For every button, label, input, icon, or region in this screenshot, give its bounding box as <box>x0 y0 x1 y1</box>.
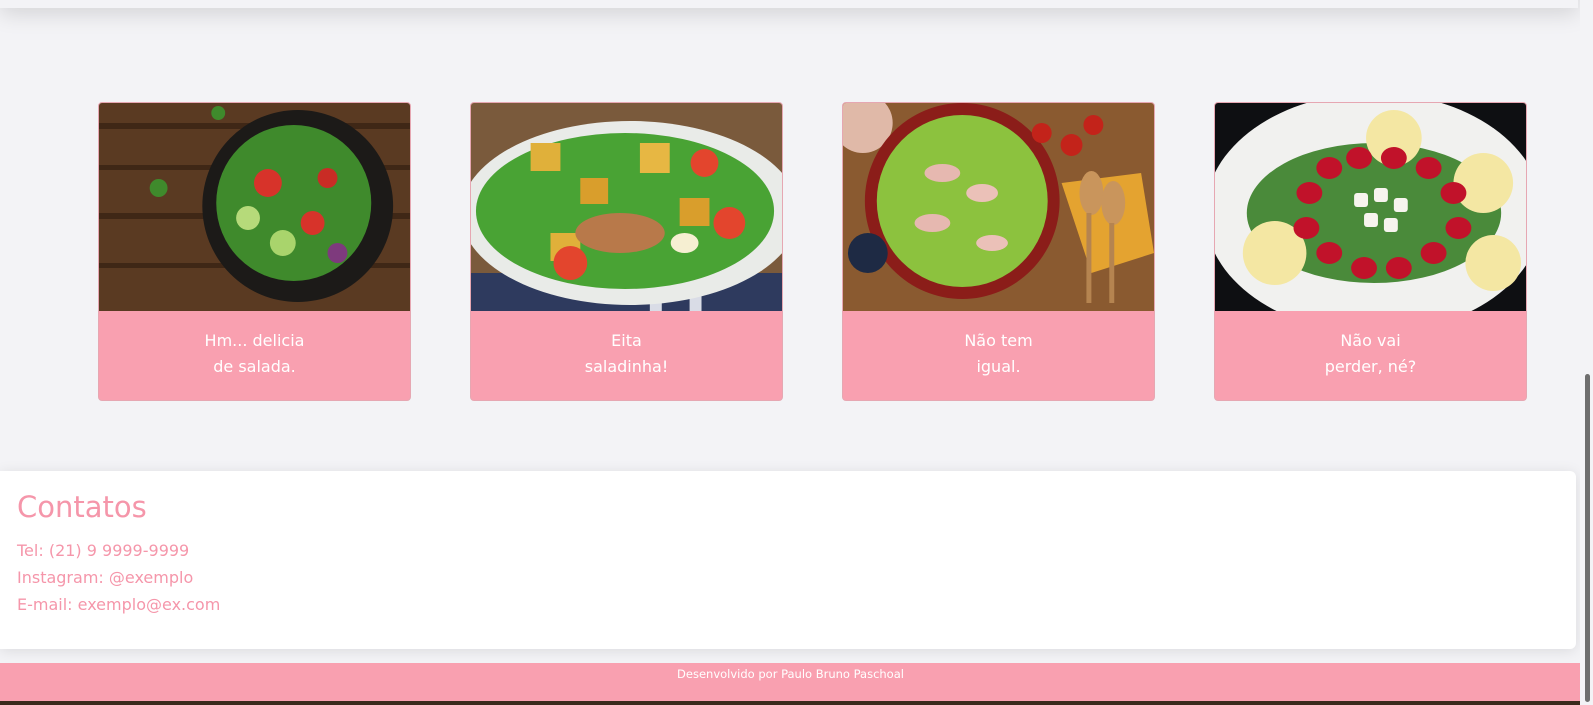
caption-line-2: perder, né? <box>1324 356 1417 376</box>
salad-card-1[interactable]: Hm... delicia de salada. <box>98 102 411 401</box>
card-caption: Não tem igual. <box>843 311 1154 400</box>
page: Hm... delicia de salada. Eita saladinha!… <box>0 0 1593 705</box>
caption-line-1: Não tem <box>964 330 1033 350</box>
footer-background-strip <box>0 701 1581 705</box>
card-caption: Não vai perder, né? <box>1215 311 1526 400</box>
card-caption: Eita saladinha! <box>471 311 782 400</box>
scrollbar[interactable] <box>1580 0 1593 705</box>
caption-line-2: de salada. <box>213 356 296 376</box>
salad-bowl-dark-wood-image <box>99 103 410 311</box>
salad-cards: Hm... delicia de salada. Eita saladinha!… <box>98 102 1527 401</box>
caption-line-1: Não vai <box>1340 330 1401 350</box>
caption-line-1: Hm... delicia <box>204 330 305 350</box>
footer: Desenvolvido por Paulo Bruno Paschoal <box>0 663 1581 705</box>
caption-line-1: Eita <box>611 330 642 350</box>
contact-email: E-mail: exemplo@ex.com <box>17 595 221 614</box>
contacts-section: Contatos Tel: (21) 9 9999-9999 Instagram… <box>0 471 1576 649</box>
tomato-palm-salad-image <box>1215 103 1526 311</box>
card-caption: Hm... delicia de salada. <box>99 311 410 400</box>
caption-line-2: igual. <box>976 356 1021 376</box>
contact-instagram: Instagram: @exemplo <box>17 568 194 587</box>
salad-card-4[interactable]: Não vai perder, né? <box>1214 102 1527 401</box>
scrollbar-thumb[interactable] <box>1585 374 1590 702</box>
footer-credit: Desenvolvido por Paulo Bruno Paschoal <box>677 667 904 681</box>
salad-card-2[interactable]: Eita saladinha! <box>470 102 783 401</box>
ham-salad-bowl-image <box>843 103 1154 311</box>
salad-card-3[interactable]: Não tem igual. <box>842 102 1155 401</box>
chicken-caesar-salad-image <box>471 103 782 311</box>
contact-phone: Tel: (21) 9 9999-9999 <box>17 541 190 560</box>
contacts-title: Contatos <box>17 490 147 524</box>
header-bottom-edge <box>0 0 1578 8</box>
caption-line-2: saladinha! <box>584 356 669 376</box>
